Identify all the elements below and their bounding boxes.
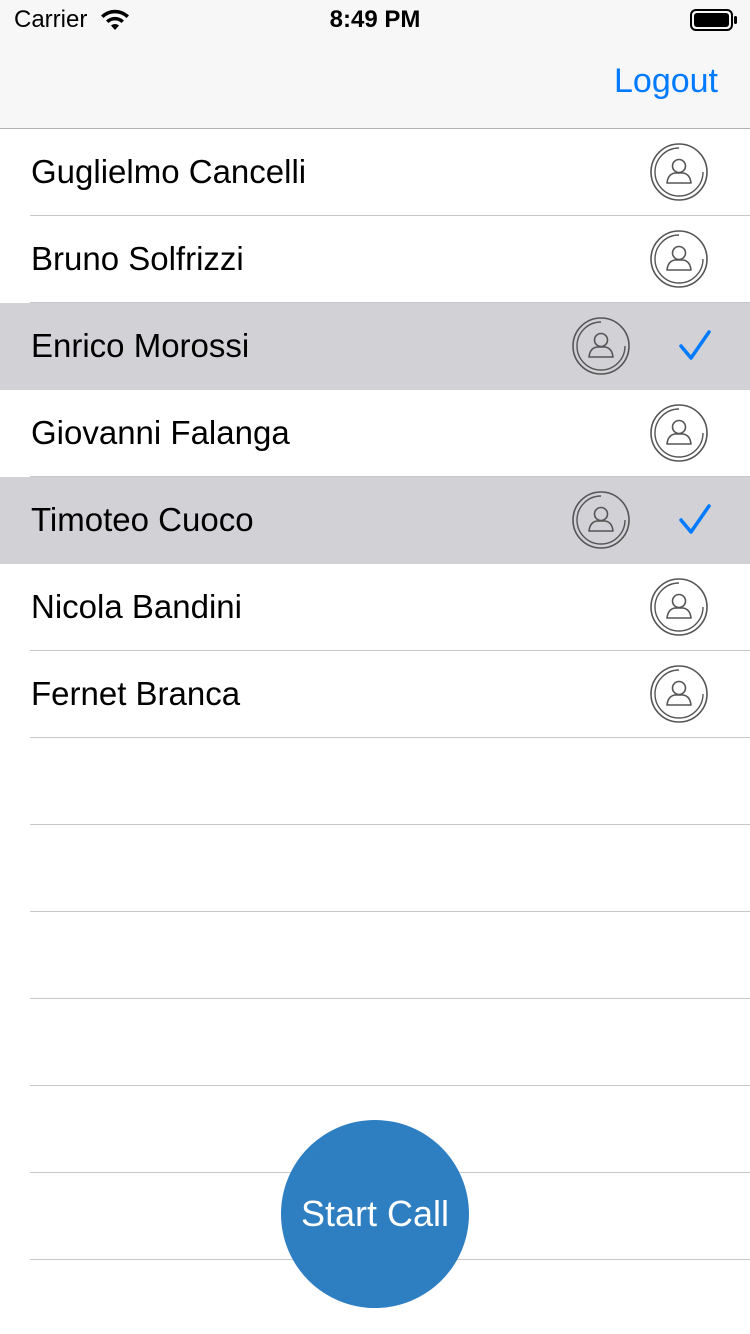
contact-name: Enrico Morossi [31, 327, 250, 364]
contact-row[interactable]: Guglielmo Cancelli [0, 129, 750, 216]
contact-row[interactable]: Fernet Branca [0, 651, 750, 738]
checkmark-icon [678, 329, 712, 363]
empty-row [0, 999, 750, 1086]
empty-row [0, 912, 750, 999]
contact-list: Guglielmo Cancelli Bruno Solfrizzi Enrico … [0, 129, 750, 1260]
avatar-icon [571, 490, 631, 550]
contact-name: Giovanni Falanga [31, 414, 290, 451]
contact-row[interactable]: Giovanni Falanga [0, 390, 750, 477]
avatar-icon [649, 664, 709, 724]
avatar-icon [649, 142, 709, 202]
contact-name: Timoteo Cuoco [31, 501, 254, 538]
clock: 8:49 PM [329, 6, 421, 33]
status-bar: Carrier 8:49 PM [0, 0, 750, 40]
contact-name: Nicola Bandini [31, 588, 242, 625]
start-call-button[interactable]: Start Call [281, 1120, 469, 1308]
empty-row [0, 825, 750, 912]
avatar-icon [571, 316, 631, 376]
avatar-icon [649, 577, 709, 637]
logout-button[interactable]: Logout [614, 62, 718, 101]
avatar-icon [649, 403, 709, 463]
contact-row[interactable]: Bruno Solfrizzi [0, 216, 750, 303]
contact-name: Fernet Branca [31, 675, 241, 712]
contact-row[interactable]: Nicola Bandini [0, 564, 750, 651]
empty-row [0, 738, 750, 825]
contact-name: Guglielmo Cancelli [31, 153, 307, 190]
navigation-bar: Logout [0, 40, 750, 129]
contact-row[interactable]: Enrico Morossi [0, 303, 750, 390]
contact-row[interactable]: Timoteo Cuoco [0, 477, 750, 564]
battery-icon [690, 9, 737, 31]
avatar-icon [649, 229, 709, 289]
contact-name: Bruno Solfrizzi [31, 240, 244, 277]
checkmark-icon [678, 503, 712, 537]
